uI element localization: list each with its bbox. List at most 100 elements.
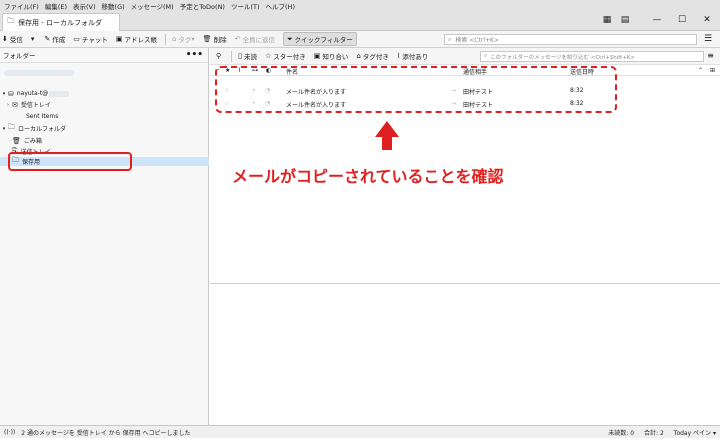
- reply-all-button[interactable]: ↶ 全員に返信: [235, 34, 275, 44]
- menu-help[interactable]: ヘルプ(H): [266, 1, 295, 11]
- tab-bar: 🗀 保存用 - ローカルフォルダ ▦ ▤ — ☐ ✕: [0, 12, 720, 31]
- menu-tools[interactable]: ツール(T): [231, 1, 260, 11]
- receive-dropdown[interactable]: ▾: [31, 35, 37, 43]
- tag-label: タグ: [178, 36, 192, 44]
- unread-filter-button[interactable]: ▯ 未読: [238, 51, 257, 61]
- receive-button[interactable]: ⬇ 受信: [2, 34, 23, 44]
- app-menu-icon[interactable]: ☰: [704, 34, 712, 44]
- search-icon: ⌕: [448, 35, 452, 43]
- junk-icon[interactable]: ◔: [265, 100, 270, 107]
- read-column-icon[interactable]: ⊶: [252, 67, 258, 74]
- contacts-filter-button[interactable]: ▣ 知り合い: [314, 51, 349, 61]
- thread-column-icon[interactable]: ⌐: [215, 67, 220, 74]
- message-correspondent: 田村テスト: [463, 89, 494, 96]
- minimize-button[interactable]: —: [650, 14, 664, 26]
- column-options-icon[interactable]: ⊞: [710, 67, 715, 74]
- contacts-label: 知り合い: [322, 53, 349, 61]
- chat-label: チャット: [81, 36, 108, 44]
- junk-icon[interactable]: ◔: [265, 87, 270, 94]
- chevron-right-icon[interactable]: ›: [4, 102, 12, 108]
- unread-dot-icon[interactable]: •: [252, 87, 256, 94]
- tree-item-sent-items[interactable]: Sent Items: [0, 112, 209, 121]
- connection-icon[interactable]: ((·)): [4, 429, 15, 436]
- tab-folder[interactable]: 🗀 保存用 - ローカルフォルダ: [2, 13, 120, 31]
- status-right: 未読数: 0 合計: 2 Today ペイン ▾: [608, 428, 716, 437]
- menu-file[interactable]: ファイル(F): [4, 1, 39, 11]
- starred-filter-button[interactable]: ☆ スター付き: [265, 51, 306, 61]
- tag-icon: ⌂: [356, 52, 361, 60]
- maximize-button[interactable]: ☐: [675, 14, 689, 26]
- chevron-down-icon[interactable]: ▾: [0, 126, 8, 132]
- quick-filter-button[interactable]: ⏷ クイックフィルター: [282, 32, 357, 46]
- tasks-icon[interactable]: ▤: [618, 14, 632, 26]
- pin-icon: ⚲: [216, 52, 222, 60]
- tree-item-account[interactable]: ▾ ⛁ nayuta-t@: [0, 89, 209, 98]
- close-button[interactable]: ✕: [700, 14, 714, 26]
- chat-button[interactable]: ▭ チャット: [73, 34, 108, 44]
- download-icon: ⬇: [2, 35, 8, 43]
- star-icon[interactable]: ☆: [224, 87, 229, 94]
- filter-placeholder: このフォルダーのメッセージを絞り込む <Ctrl+Shift+K>: [490, 54, 636, 61]
- filter-input[interactable]: ⌕ このフォルダーのメッセージを絞り込む <Ctrl+Shift+K>: [480, 51, 704, 62]
- menu-message[interactable]: メッセージ(M): [131, 1, 174, 11]
- address-book-button[interactable]: ▣ アドレス帳: [116, 34, 157, 44]
- table-row[interactable]: ☆ • ◔ メール件名が入ります → 田村テスト 8:32: [210, 98, 720, 110]
- tagged-filter-button[interactable]: ⌂ タグ付き: [356, 51, 388, 61]
- chevron-down-icon: ▾: [191, 35, 195, 43]
- starred-label: スター付き: [273, 53, 306, 61]
- message-correspondent: 田村テスト: [463, 102, 494, 109]
- total-count: 合計: 2: [644, 430, 664, 437]
- message-subject: メール件名が入ります: [286, 102, 347, 109]
- sort-up-icon[interactable]: ⌃: [698, 67, 703, 74]
- tagged-label: タグ付き: [362, 53, 389, 61]
- folder-icon: 🗀: [8, 123, 15, 131]
- message-date: 8:32: [570, 87, 584, 94]
- chat-icon: ▭: [73, 35, 80, 43]
- message-date: 8:32: [570, 100, 584, 107]
- column-picker-icon[interactable]: ≡: [707, 51, 714, 60]
- preview-pane-divider[interactable]: [210, 283, 720, 284]
- junk-column-icon[interactable]: ◐: [266, 67, 271, 74]
- sticky-filter-button[interactable]: ⚲: [216, 52, 223, 60]
- compose-button[interactable]: ✎ 作成: [44, 34, 65, 44]
- more-options-icon[interactable]: •••: [186, 50, 203, 60]
- arrow-right-icon: →: [451, 100, 457, 107]
- tag-button[interactable]: ⌂ タグ ▾: [172, 34, 195, 44]
- column-correspondent[interactable]: 通信相手: [463, 67, 487, 76]
- filter-divider: [231, 50, 233, 62]
- menu-view[interactable]: 表示(V): [73, 1, 96, 11]
- column-date[interactable]: 送信日時: [570, 67, 594, 76]
- star-column-icon[interactable]: ★: [225, 67, 230, 74]
- tree-item-inbox[interactable]: › ✉ 受信トレイ: [0, 100, 209, 110]
- chevron-down-icon[interactable]: ▾: [0, 91, 8, 97]
- message-pane: ⚲ ▯ 未読 ☆ スター付き ▣ 知り合い ⌂ タグ付き ⌇ 添付あり ⌕ この…: [210, 48, 720, 425]
- attachment-column-icon[interactable]: ⌇: [238, 67, 241, 74]
- annotation-arrow-head: [375, 121, 399, 137]
- calendar-icon[interactable]: ▦: [600, 14, 614, 26]
- folder-pane-title: フォルダー: [3, 52, 36, 60]
- table-row[interactable]: ☆ • ◔ メール件名が入ります → 田村テスト 8:32: [210, 85, 720, 97]
- unread-dot-icon[interactable]: •: [252, 100, 256, 107]
- today-pane-label: Today ペイン: [673, 430, 712, 437]
- attachment-filter-button[interactable]: ⌇ 添付あり: [397, 51, 428, 61]
- tree-item-trash[interactable]: 🗑 ごみ箱: [0, 136, 209, 146]
- quick-filter-bar: ⚲ ▯ 未読 ☆ スター付き ▣ 知り合い ⌂ タグ付き ⌇ 添付あり ⌕ この…: [210, 48, 720, 65]
- tag-icon: ⌂: [171, 35, 177, 43]
- star-icon[interactable]: ☆: [224, 100, 229, 107]
- folder-pane-header: フォルダー •••: [0, 48, 208, 63]
- delete-button[interactable]: 🗑 削除: [203, 34, 227, 44]
- today-pane-toggle[interactable]: Today ペイン ▾: [674, 428, 716, 437]
- menu-edit[interactable]: 編集(E): [45, 1, 67, 11]
- column-subject[interactable]: 件名: [286, 67, 298, 76]
- search-input[interactable]: ⌕ 検索 <Ctrl+K>: [444, 34, 697, 45]
- annotation-arrow-shaft: [382, 136, 392, 150]
- folder-pane: フォルダー ••• ▾ ⛁ nayuta-t@ › ✉ 受信トレイ Sent I…: [0, 48, 209, 425]
- search-placeholder: 検索 <Ctrl+K>: [455, 37, 499, 44]
- trash-icon: 🗑: [202, 35, 212, 43]
- local-folders-label: ローカルフォルダ: [18, 126, 67, 133]
- tab-title: 保存用 - ローカルフォルダ: [18, 18, 102, 27]
- menu-events-tasks[interactable]: 予定とToDo(N): [180, 1, 225, 11]
- tree-item-local-folders[interactable]: ▾ 🗀 ローカルフォルダ: [0, 123, 209, 133]
- menu-go[interactable]: 移動(G): [102, 1, 125, 11]
- annotation-text: メールがコピーされていることを確認: [232, 167, 504, 186]
